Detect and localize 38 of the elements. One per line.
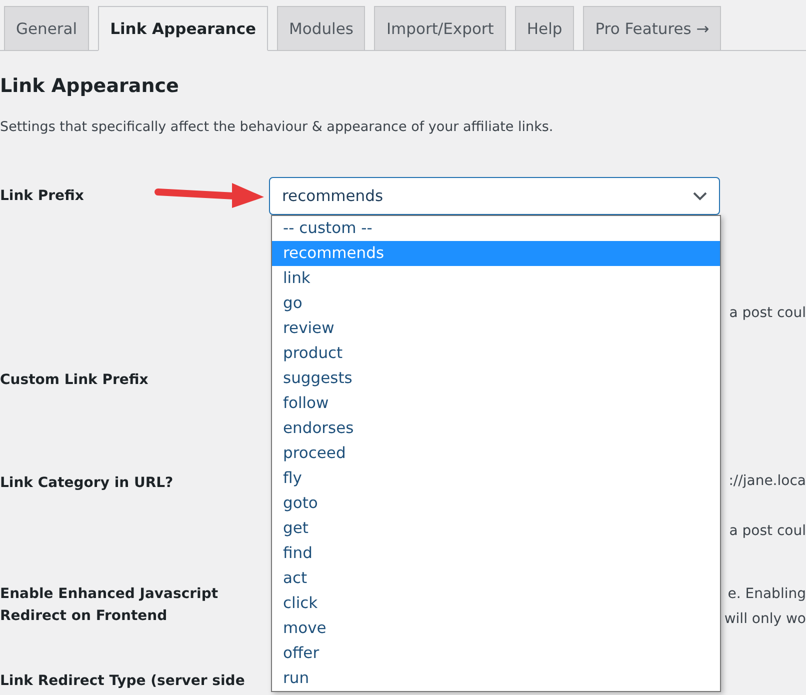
dropdown-option[interactable]: run [272,666,720,691]
setting-description: will only wo [724,610,806,629]
dropdown-option[interactable]: endorses [272,416,720,441]
setting-label: Link Redirect Type (server side [0,672,245,691]
settings-tab[interactable]: Help [514,6,574,50]
dropdown-option[interactable]: goto [272,491,720,516]
settings-tab[interactable]: Link Appearance [98,6,268,51]
dropdown-option[interactable]: go [272,291,720,316]
setting-label: Link Prefix [0,187,84,206]
dropdown-option[interactable]: fly [272,466,720,491]
setting-description: e. Enabling [728,585,806,604]
dropdown-option[interactable]: product [272,341,720,366]
setting-label: Enable Enhanced Javascript Redirect on Frontend [0,585,220,626]
dropdown-option[interactable]: find [272,541,720,566]
settings-tab[interactable]: General [4,6,90,50]
settings-tab[interactable]: Pro Features → [583,6,722,50]
setting-label: Link Category in URL? [0,474,174,493]
dropdown-option[interactable]: click [272,591,720,616]
dropdown-option[interactable]: follow [272,391,720,416]
link-prefix-select[interactable]: recommends [269,177,720,215]
setting-description: a post coul [729,522,806,541]
dropdown-option[interactable]: review [272,316,720,341]
dropdown-option[interactable]: link [272,266,720,291]
section-heading: Link Appearance [0,74,180,99]
dropdown-option[interactable]: offer [272,641,720,666]
settings-tab[interactable]: Import/Export [374,6,506,50]
section-description: Settings that specifically affect the behaviour & appearance of your affiliate links. [0,118,554,137]
dropdown-option[interactable]: suggests [272,366,720,391]
dropdown-option[interactable]: -- custom -- [272,216,720,241]
setting-description: ://jane.loca [728,472,806,491]
dropdown-option[interactable]: act [272,566,720,591]
settings-tab[interactable]: Modules [277,6,366,50]
setting-description: a post coul [729,304,806,323]
dropdown-option[interactable]: proceed [272,441,720,466]
dropdown-option[interactable]: move [272,616,720,641]
dropdown-option[interactable]: get [272,516,720,541]
chevron-down-icon [693,191,707,201]
setting-label: Custom Link Prefix [0,371,148,390]
